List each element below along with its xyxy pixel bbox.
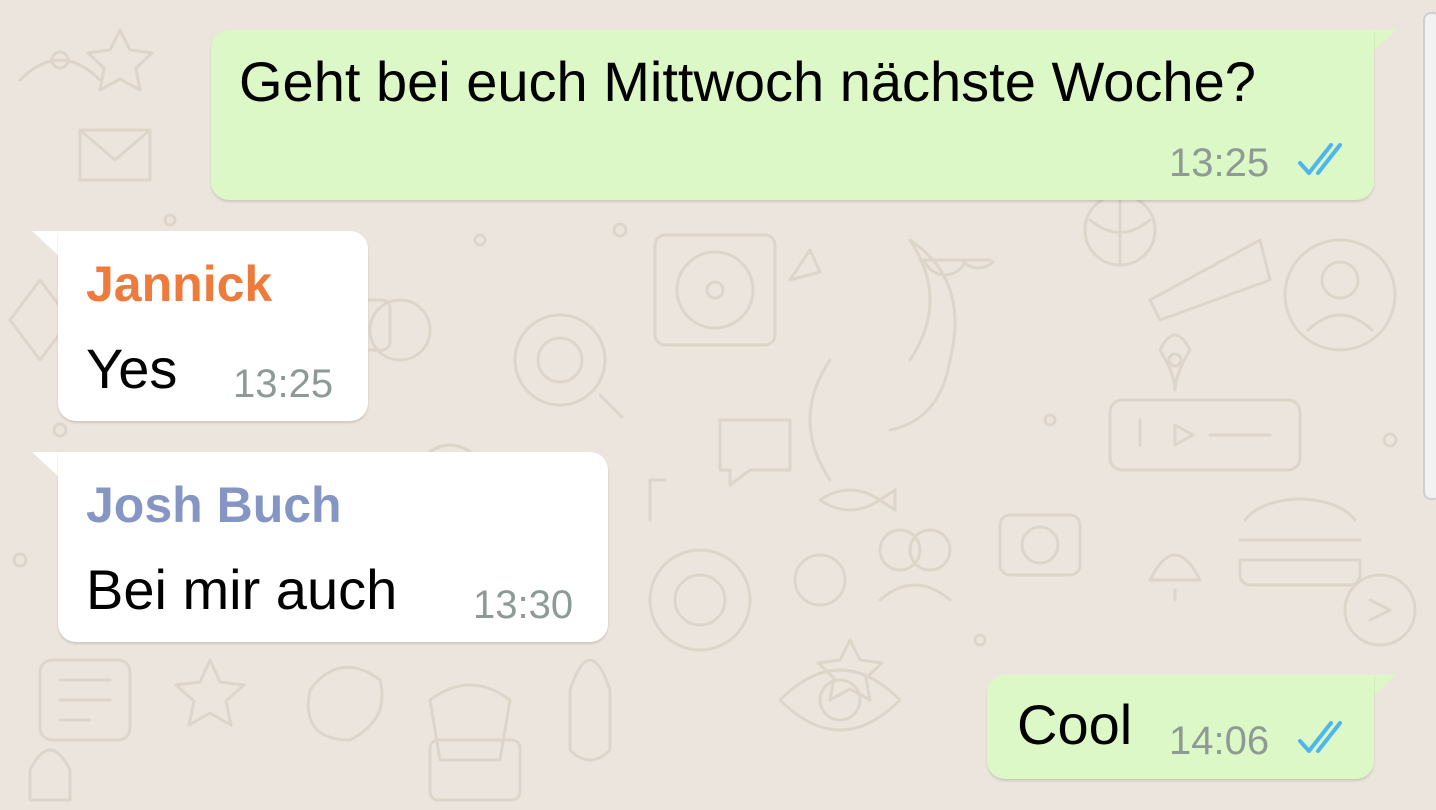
incoming-message-bubble[interactable]: Josh Buch Bei mir auch 13:30 <box>58 452 608 642</box>
message-text: Bei mir auch <box>86 558 398 621</box>
message-text: Geht bei euch Mittwoch nächste Woche? <box>239 50 1256 113</box>
message-timestamp: 13:25 <box>233 362 334 406</box>
wallpaper-camera-icon <box>513 313 607 407</box>
outgoing-message-bubble[interactable]: Cool 14:06 <box>987 675 1374 779</box>
message-tail <box>32 452 60 478</box>
wallpaper-avatar-icon <box>1283 238 1397 352</box>
message-tail <box>32 231 60 257</box>
message-text: Cool <box>1017 693 1133 756</box>
sender-name[interactable]: Josh Buch <box>86 480 342 530</box>
message-timestamp: 13:25 <box>1169 141 1270 185</box>
read-double-check-icon <box>1298 143 1342 175</box>
incoming-message-bubble[interactable]: Jannick Yes 13:25 <box>58 231 368 421</box>
message-timestamp: 13:30 <box>473 583 574 627</box>
sender-name[interactable]: Jannick <box>86 259 272 309</box>
scrollbar-thumb[interactable] <box>1423 12 1436 500</box>
read-double-check-icon <box>1298 721 1342 753</box>
message-timestamp: 14:06 <box>1169 719 1270 763</box>
message-text: Yes <box>86 337 178 400</box>
outgoing-message-bubble[interactable]: Geht bei euch Mittwoch nächste Woche? 13… <box>211 30 1374 200</box>
